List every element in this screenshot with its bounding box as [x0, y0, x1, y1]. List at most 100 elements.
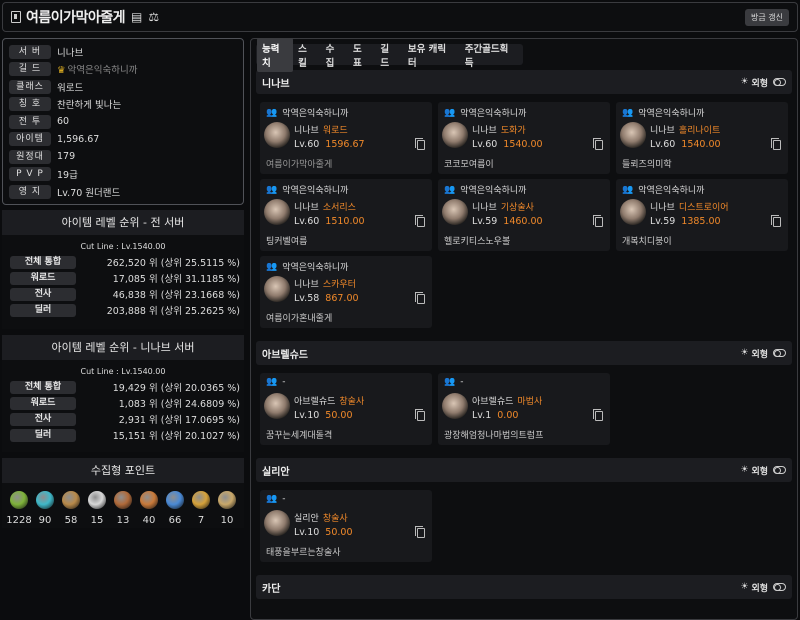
collect-count: 90 — [38, 515, 52, 526]
collect-item[interactable]: 58 — [59, 491, 83, 526]
guild-name: 악역은익숙하니까 — [282, 186, 349, 196]
copy-icon[interactable] — [593, 138, 603, 150]
card-server-class: 아브렐슈드 창술사 — [294, 394, 364, 407]
card-item-level: 50.00 — [325, 527, 353, 538]
collect-item[interactable]: 15 — [85, 491, 109, 526]
rank-key: 딜러 — [10, 428, 76, 442]
rank-key: 전체 통합 — [10, 380, 76, 394]
info-key: 원정대 — [9, 149, 51, 164]
collect-item[interactable]: 13 — [111, 491, 135, 526]
guild-name: 악역은익숙하니까 — [460, 186, 527, 196]
copy-icon[interactable] — [415, 215, 425, 227]
id-card-icon[interactable]: ▤ — [131, 10, 142, 24]
character-card[interactable]: 👥 - 아브렐슈드 마법사 Lv.1 0.00 광장해엄청나마법의트럼프 — [438, 373, 610, 445]
guild-name: 악역은익숙하니까 — [638, 109, 705, 119]
character-card[interactable]: 👥 악역은익숙하니까 니나브 워로드 Lv.60 1596.67 여름이가막아줄게 — [260, 102, 432, 174]
card-level: Lv.10 50.00 — [294, 410, 353, 421]
rank-value: 262,520 위 (상위 25.5115 %) — [106, 258, 240, 269]
server-header: 실리안 ☀ 외형 — [256, 458, 792, 482]
toggle-switch-icon[interactable] — [773, 349, 786, 357]
copy-icon[interactable] — [415, 526, 425, 538]
card-class: 기상술사 — [500, 203, 534, 213]
appearance-toggle[interactable]: ☀ 외형 — [740, 76, 786, 89]
card-item-level: 1540.00 — [503, 139, 543, 150]
rank-value: 46,838 위 (상위 23.1668 %) — [112, 290, 240, 301]
character-card[interactable]: 👥 - 실리안 창술사 Lv.10 50.00 태풍을부르는창술사 — [260, 490, 432, 562]
orpheus-star-icon — [140, 491, 158, 509]
rank-all-title: 아이템 레벨 순위 - 전 서버 — [2, 210, 244, 235]
character-grid: 👥 - 아브렐슈드 창술사 Lv.10 50.00 꿈꾸는세계대돌격 👥 - 아브렐슈드 마법사 Lv… — [260, 373, 797, 445]
card-server: 아브렐슈드 — [472, 397, 514, 407]
card-item-level: 1510.00 — [325, 216, 365, 227]
card-name: 헬로키티스노우볼 — [444, 237, 511, 247]
tab-0[interactable]: 능력치 — [257, 39, 294, 72]
people-icon: 👥 — [266, 107, 278, 118]
tab-2[interactable]: 수집 — [321, 39, 348, 72]
card-guild: 👥 악역은익숙하니까 — [266, 106, 426, 120]
character-card[interactable]: 👥 악역은익숙하니까 니나브 기상술사 Lv.59 1460.00 헬로키티스노우볼 — [438, 179, 610, 251]
tab-1[interactable]: 스킬 — [293, 39, 320, 72]
people-icon: 👥 — [266, 184, 278, 195]
rank-server-title: 아이템 레벨 순위 - 니나브 서버 — [2, 335, 244, 360]
info-key: 전 투 — [9, 114, 51, 129]
toggle-switch-icon[interactable] — [773, 466, 786, 474]
character-card[interactable]: 👥 악역은익숙하니까 니나브 홀리나이트 Lv.60 1540.00 들뢰즈의미학 — [616, 102, 788, 174]
collect-item[interactable]: 90 — [33, 491, 57, 526]
tab-6[interactable]: 주간골드획득 — [460, 39, 522, 72]
guild-name: 악역은익숙하니까 — [460, 109, 527, 119]
info-row: 서 버 니나브 — [9, 43, 237, 61]
guild-name: 악역은익숙하니까 — [282, 263, 349, 273]
appearance-toggle[interactable]: ☀ 외형 — [740, 347, 786, 360]
people-icon: 👥 — [266, 261, 278, 272]
rank-value: 19,429 위 (상위 20.0365 %) — [112, 383, 240, 394]
character-card[interactable]: 👥 - 아브렐슈드 창술사 Lv.10 50.00 꿈꾸는세계대돌격 — [260, 373, 432, 445]
sea-bounty-icon — [166, 491, 184, 509]
copy-icon[interactable] — [415, 409, 425, 421]
copy-icon[interactable] — [593, 215, 603, 227]
rank-key: 워로드 — [10, 271, 76, 285]
appearance-toggle[interactable]: ☀ 외형 — [740, 464, 786, 477]
copy-icon[interactable] — [771, 138, 781, 150]
copy-icon[interactable] — [771, 215, 781, 227]
rank-row: 전사 2,931 위 (상위 17.0695 %) — [2, 411, 244, 427]
collect-title: 수집형 포인트 — [2, 458, 244, 483]
bookmark-icon[interactable] — [11, 11, 21, 23]
collect-count: 15 — [90, 515, 104, 526]
copy-icon[interactable] — [593, 409, 603, 421]
collect-item[interactable]: 1228 — [6, 491, 32, 526]
refresh-button[interactable]: 방금 갱신 — [745, 8, 789, 26]
tab-3[interactable]: 도표 — [348, 39, 375, 72]
info-value: 60 — [57, 116, 70, 128]
card-server: 아브렐슈드 — [294, 397, 336, 407]
info-value: 찬란하게 빛나는 — [57, 100, 122, 112]
avatar — [442, 199, 468, 225]
collect-item[interactable]: 40 — [137, 491, 161, 526]
character-card[interactable]: 👥 악역은익숙하니까 니나브 디스트로이어 Lv.59 1385.00 개복치디붕이 — [616, 179, 788, 251]
character-card[interactable]: 👥 악역은익숙하니까 니나브 도화가 Lv.60 1540.00 코코모여름이 — [438, 102, 610, 174]
card-level: Lv.60 1540.00 — [472, 139, 543, 150]
card-guild: 👥 - — [266, 494, 426, 504]
rank-key: 전사 — [10, 287, 76, 301]
card-class: 창술사 — [322, 514, 348, 524]
copy-icon[interactable] — [415, 138, 425, 150]
sun-icon: ☀ — [740, 582, 749, 592]
character-card[interactable]: 👥 악역은익숙하니까 니나브 소서리스 Lv.60 1510.00 팅커벨여름 — [260, 179, 432, 251]
info-value: ♛ 악역은익숙하니까 — [57, 62, 137, 76]
tab-4[interactable]: 길드 — [375, 39, 402, 72]
rank-row: 딜러 15,151 위 (상위 20.1027 %) — [2, 427, 244, 443]
character-card[interactable]: 👥 악역은익숙하니까 니나브 스카우터 Lv.58 867.00 여름이가혼내줄게 — [260, 256, 432, 328]
toggle-switch-icon[interactable] — [773, 583, 786, 591]
card-item-level: 1385.00 — [681, 216, 721, 227]
scale-icon[interactable]: ⚖ — [148, 10, 159, 24]
card-name: 코코모여름이 — [444, 160, 494, 170]
collect-item[interactable]: 10 — [215, 491, 239, 526]
collect-item[interactable]: 7 — [189, 491, 213, 526]
card-lv: Lv.10 — [294, 410, 320, 421]
toggle-switch-icon[interactable] — [773, 78, 786, 86]
tab-5[interactable]: 보유 캐릭터 — [403, 39, 460, 72]
collect-item[interactable]: 66 — [163, 491, 187, 526]
copy-icon[interactable] — [415, 292, 425, 304]
appearance-toggle[interactable]: ☀ 외형 — [740, 581, 786, 594]
card-name: 광장해엄청나마법의트럼프 — [444, 431, 544, 441]
character-grid: 👥 악역은익숙하니까 니나브 워로드 Lv.60 1596.67 여름이가막아줄게 👥 악역은익… — [260, 102, 797, 328]
